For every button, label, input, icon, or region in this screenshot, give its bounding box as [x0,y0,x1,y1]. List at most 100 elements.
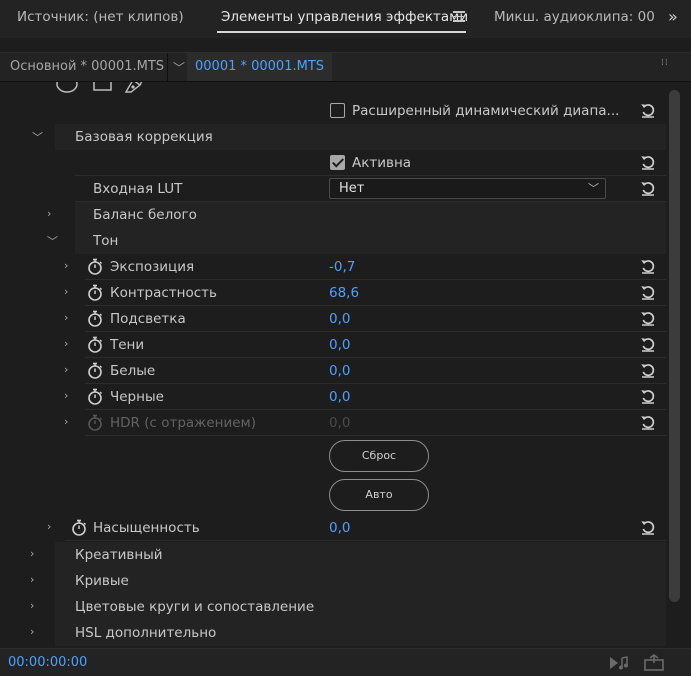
param-value[interactable]: -0,7 [329,259,355,275]
hamburger-menu-icon[interactable] [453,11,465,23]
section-label: Цветовые круги и сопоставление [75,599,315,615]
param-contrast: › Контрастность 68,6 [0,280,666,306]
input-lut-label: Входная LUT [93,181,183,197]
param-whites: › Белые 0,0 [0,358,666,384]
pen-mask-icon[interactable] [124,82,143,93]
section-color-wheels[interactable]: › Цветовые круги и сопоставление [0,594,666,620]
param-value[interactable]: 0,0 [329,520,350,536]
timecode[interactable]: 00:00:00:00 [8,655,87,670]
chevron-right-icon[interactable]: › [64,389,68,402]
chevron-right-icon[interactable]: › [64,363,68,376]
reset-icon[interactable] [639,387,657,405]
section-label: Креативный [75,547,163,563]
hdr-checkbox[interactable] [330,103,345,118]
grip-icon[interactable]: ⁞⁞ [661,59,669,68]
reset-icon[interactable] [639,335,657,353]
param-blacks: › Черные 0,0 [0,384,666,410]
dropdown-value: Нет [339,181,365,196]
chevron-down-icon[interactable]: ﹀ [32,129,43,145]
param-value[interactable]: 0,0 [329,363,350,379]
chevron-right-icon[interactable]: › [64,285,68,298]
param-label: HDR (с отражением) [110,415,256,431]
hdr-checkbox-label: Расширенный динамический диапа... [352,103,620,119]
chevron-down-icon[interactable]: ﹀ [173,59,185,76]
section-label: HSL дополнительно [75,625,217,641]
param-value[interactable]: 0,0 [329,389,350,405]
chevron-right-icon[interactable]: › [30,573,34,586]
param-value[interactable]: 68,6 [329,285,359,301]
stopwatch-icon[interactable] [87,362,103,379]
stopwatch-icon[interactable] [87,284,103,301]
tab-audio-clip-mixer[interactable]: Микш. аудиоклипа: 00 [494,9,655,25]
active-checkbox-label: Активна [352,155,412,171]
stopwatch-icon [87,414,103,431]
reset-icon[interactable] [639,283,657,301]
chevron-right-icon[interactable]: › [47,207,51,220]
auto-button[interactable]: Авто [329,479,429,511]
rectangle-mask-icon[interactable] [93,82,112,91]
reset-icon[interactable] [639,257,657,275]
input-lut-row: Входная LUT Нет ﹀ [0,176,666,202]
chevron-right-icon[interactable]: › [30,599,34,612]
reset-icon[interactable] [639,179,657,197]
param-hdr-specular: › HDR (с отражением) 0,0 [0,410,666,436]
tab-effect-controls[interactable]: Элементы управления эффектами [221,9,468,25]
reset-icon[interactable] [639,518,657,536]
status-bar: 00:00:00:00 [0,648,691,676]
stopwatch-icon[interactable] [87,258,103,275]
reset-icon[interactable] [639,361,657,379]
effect-controls-panel: Расширенный динамический диапа... ﹀ Базо… [0,82,666,648]
export-clip-icon[interactable] [644,654,664,671]
active-tab-indicator [217,31,466,33]
section-tone[interactable]: ﹀ Тон [0,228,666,254]
tab-source[interactable]: Источник: (нет клипов) [17,9,184,25]
param-label: Подсветка [110,311,186,327]
section-label: Тон [93,233,119,249]
chevron-right-icon[interactable]: › [64,415,68,428]
divider [167,53,168,81]
param-label: Тени [110,337,145,353]
reset-icon[interactable] [639,153,657,171]
more-tabs-icon[interactable]: ›› [668,7,678,26]
param-label: Экспозиция [110,259,195,275]
chevron-right-icon[interactable]: › [64,311,68,324]
reset-icon[interactable] [639,309,657,327]
param-value[interactable]: 0,0 [329,337,350,353]
scrollbar-thumb[interactable] [669,90,680,602]
section-curves[interactable]: › Кривые [0,568,666,594]
stopwatch-icon[interactable] [87,310,103,327]
param-value[interactable]: 0,0 [329,311,350,327]
section-hsl-secondary[interactable]: › HSL дополнительно [0,620,666,646]
stopwatch-icon[interactable] [87,388,103,405]
reset-icon[interactable] [639,101,657,119]
chevron-right-icon[interactable]: › [64,337,68,350]
param-highlights: › Подсветка 0,0 [0,306,666,332]
mask-tools [56,82,143,93]
chevron-down-icon[interactable]: ﹀ [47,233,58,249]
reset-icon[interactable] [639,413,657,431]
section-basic-correction[interactable]: ﹀ Базовая коррекция [0,124,666,150]
chevron-right-icon[interactable]: › [30,547,34,560]
section-white-balance[interactable]: › Баланс белого [0,202,666,228]
stopwatch-icon[interactable] [87,336,103,353]
active-checkbox[interactable] [330,155,345,170]
param-label: Белые [110,363,156,379]
input-lut-dropdown[interactable]: Нет ﹀ [329,178,606,199]
section-label: Базовая коррекция [75,129,213,145]
stopwatch-icon[interactable] [71,519,87,536]
param-label: Черные [110,389,164,405]
section-creative[interactable]: › Креативный [0,542,666,568]
master-clip-label[interactable]: Основной * 00001.MTS [10,59,164,74]
ellipse-mask-icon[interactable] [56,82,78,93]
param-exposure: › Экспозиция -0,7 [0,254,666,280]
param-saturation: › Насыщенность 0,0 [0,515,666,541]
hdr-row: Расширенный динамический диапа... [0,98,666,124]
reset-button[interactable]: Сброс [329,440,429,472]
active-clip-label[interactable]: 00001 * 00001.MTS [195,59,324,74]
chevron-right-icon[interactable]: › [30,625,34,638]
play-audio-icon[interactable] [609,655,629,671]
panel-tab-bar: Источник: (нет клипов) Элементы управлен… [0,0,691,38]
divider [0,38,691,52]
chevron-right-icon[interactable]: › [47,520,51,533]
chevron-right-icon[interactable]: › [64,259,68,272]
